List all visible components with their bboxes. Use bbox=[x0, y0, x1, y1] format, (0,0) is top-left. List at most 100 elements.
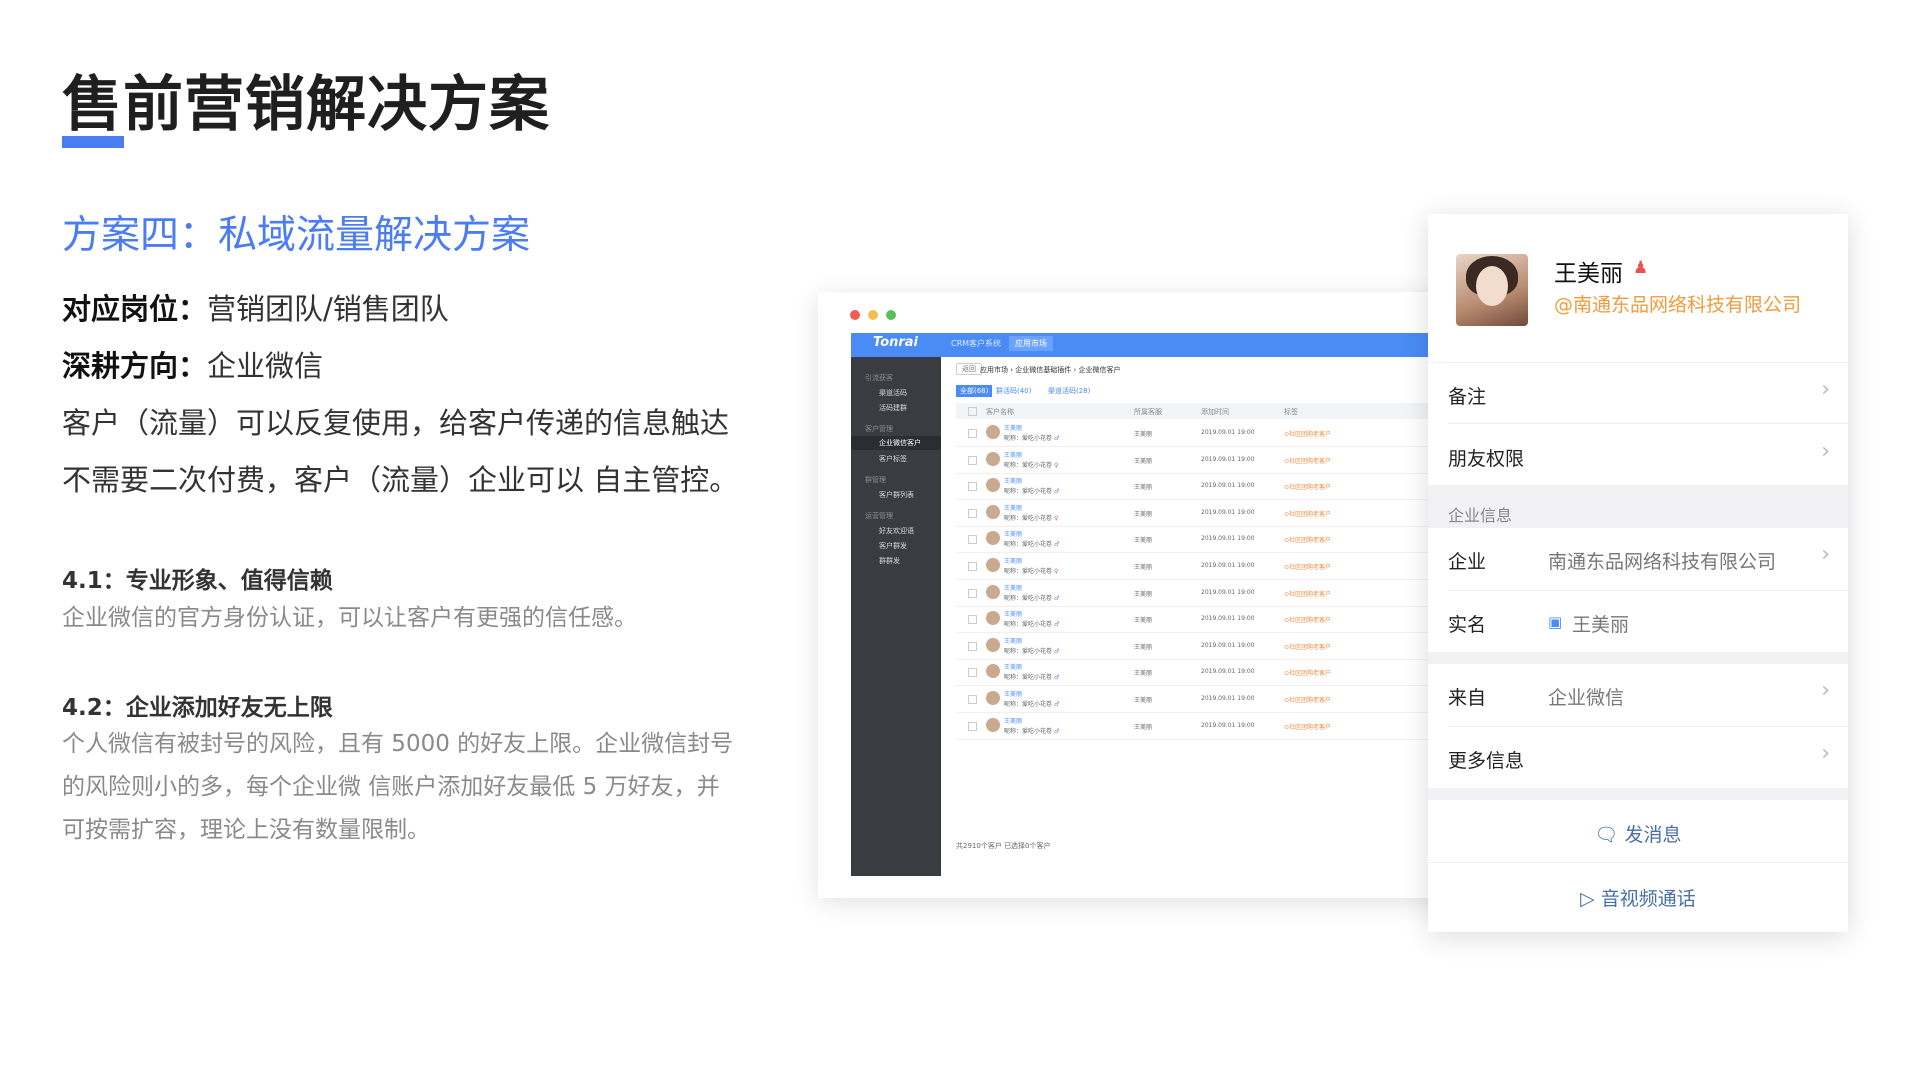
row-checkbox[interactable] bbox=[968, 535, 977, 545]
row-checkbox[interactable] bbox=[968, 588, 977, 598]
profile-company: @南通东品网络科技有限公司 bbox=[1554, 294, 1802, 316]
row-checkbox[interactable] bbox=[968, 562, 977, 571]
profile-name: 王美丽 bbox=[1554, 261, 1623, 287]
filter-group-code[interactable]: 群活码(40) bbox=[996, 386, 1031, 396]
tag-cell: ⊙社区团购老客户 bbox=[1284, 564, 1332, 571]
customer-nickname: 昵称：爱吃小花卷 ♀ bbox=[1004, 461, 1059, 469]
avatar bbox=[986, 531, 1000, 546]
time-cell: 2019.09.01 19:00 bbox=[1201, 588, 1255, 596]
back-button[interactable]: 返回 bbox=[956, 363, 982, 375]
avatar bbox=[986, 637, 1000, 652]
select-all-checkbox[interactable] bbox=[968, 407, 977, 416]
crm-logo: Tonrai bbox=[873, 335, 919, 350]
video-call-button[interactable]: ▷ 音视频通话 bbox=[1428, 884, 1848, 911]
customer-name[interactable]: 王美丽 bbox=[1004, 423, 1022, 432]
corp-value[interactable]: 南通东品网络科技有限公司 bbox=[1548, 547, 1776, 574]
breadcrumb: 应用市场 › 企业微信基础插件 › 企业微信客户 bbox=[980, 366, 1121, 374]
avatar bbox=[986, 717, 1000, 732]
staff-cell: 王美丽 bbox=[1134, 537, 1153, 545]
section-text-2: 个人微信有被封号的风险，且有 5000 的好友上限。企业微信封号 的风险则小的多… bbox=[62, 731, 734, 843]
male-icon: ♂ bbox=[1053, 647, 1060, 655]
more-info-row[interactable]: 更多信息 bbox=[1448, 746, 1524, 773]
friend-permission-row[interactable]: 朋友权限 bbox=[1448, 444, 1524, 471]
customer-name[interactable]: 王美丽 bbox=[1004, 476, 1022, 485]
male-icon: ♂ bbox=[1053, 594, 1060, 602]
male-icon: ♂ bbox=[1053, 621, 1060, 629]
customer-name[interactable]: 王美丽 bbox=[1004, 609, 1022, 618]
remark-row[interactable]: 备注 bbox=[1448, 382, 1486, 409]
tag-cell: ⊙社区团购老客户 bbox=[1284, 537, 1332, 545]
row-checkbox[interactable] bbox=[968, 508, 977, 518]
staff-cell: 王美丽 bbox=[1134, 697, 1153, 704]
chevron-right-icon: › bbox=[1821, 741, 1830, 766]
avatar bbox=[986, 664, 1000, 679]
direction-label: 深耕方向： bbox=[62, 349, 208, 383]
from-value[interactable]: 企业微信 bbox=[1548, 683, 1624, 710]
row-checkbox[interactable] bbox=[968, 482, 977, 492]
male-icon: ♂ bbox=[1053, 488, 1060, 496]
row-checkbox[interactable] bbox=[968, 615, 977, 625]
filter-channel-code[interactable]: 渠道活码(28) bbox=[1048, 386, 1090, 396]
tag-cell: ⊙社区团购老客户 bbox=[1284, 697, 1332, 704]
sidebar-item[interactable]: 群群发 bbox=[879, 556, 900, 566]
window-minimize-dot[interactable] bbox=[868, 310, 878, 320]
tag-cell: ⊙社区团购老客户 bbox=[1284, 617, 1332, 625]
sidebar-item[interactable]: 好友欢迎语 bbox=[879, 526, 914, 536]
corp-info-title: 企业信息 bbox=[1448, 506, 1513, 525]
avatar bbox=[986, 558, 1000, 572]
video-camera-icon: ▷ bbox=[1580, 888, 1595, 910]
time-cell: 2019.09.01 19:00 bbox=[1201, 615, 1255, 623]
person-icon: ♟ bbox=[1633, 258, 1649, 278]
subtitle: 方案四：私域流量解决方案 bbox=[62, 213, 531, 258]
avatar bbox=[986, 584, 1000, 599]
tab-app-market[interactable]: 应用市场 bbox=[1009, 336, 1053, 351]
time-cell: 2019.09.01 19:00 bbox=[1201, 641, 1255, 649]
row-checkbox[interactable] bbox=[968, 641, 977, 651]
customer-name[interactable]: 王美丽 bbox=[1004, 450, 1022, 459]
sidebar-item[interactable]: 企业微信客户 bbox=[851, 436, 941, 450]
male-icon: ♂ bbox=[1053, 541, 1060, 549]
window-maximize-dot[interactable] bbox=[886, 310, 896, 320]
customer-name[interactable]: 王美丽 bbox=[1004, 503, 1022, 512]
window-close-dot[interactable] bbox=[850, 310, 860, 320]
sidebar-item[interactable]: 客户标签 bbox=[879, 454, 907, 464]
tab-crm[interactable]: CRM客户系统 bbox=[951, 338, 1001, 349]
customer-name[interactable]: 王美丽 bbox=[1004, 583, 1022, 592]
customer-name[interactable]: 王美丽 bbox=[1004, 716, 1022, 725]
sidebar-item[interactable]: 活码建群 bbox=[879, 403, 907, 413]
tag-cell: ⊙社区团购老客户 bbox=[1284, 431, 1332, 438]
profile-avatar bbox=[1456, 254, 1528, 326]
customer-name[interactable]: 王美丽 bbox=[1004, 556, 1022, 565]
post-label: 对应岗位： bbox=[62, 292, 208, 326]
sidebar-item[interactable]: 客户群发 bbox=[879, 541, 907, 551]
direction-value: 企业微信 bbox=[207, 349, 324, 383]
tag-cell: ⊙社区团购老客户 bbox=[1284, 590, 1332, 598]
tag-cell: ⊙社区团购老客户 bbox=[1284, 510, 1332, 518]
profile-header: 王美丽 ♟ @南通东品网络科技有限公司 bbox=[1428, 214, 1848, 362]
row-checkbox[interactable] bbox=[968, 695, 977, 704]
customer-name[interactable]: 王美丽 bbox=[1004, 636, 1022, 645]
row-checkbox[interactable] bbox=[968, 455, 977, 465]
col-tag: 标签 bbox=[1284, 408, 1298, 416]
post-value: 营销团队/销售团队 bbox=[207, 292, 449, 326]
sidebar-item[interactable]: 客户群列表 bbox=[879, 490, 914, 500]
time-cell: 2019.09.01 19:00 bbox=[1201, 721, 1255, 729]
customer-nickname: 昵称：爱吃小花卷 ♂ bbox=[1004, 435, 1060, 442]
time-cell: 2019.09.01 19:00 bbox=[1201, 535, 1255, 543]
staff-cell: 王美丽 bbox=[1134, 643, 1153, 651]
row-checkbox[interactable] bbox=[968, 721, 977, 731]
customer-name[interactable]: 王美丽 bbox=[1004, 689, 1022, 698]
male-icon: ♂ bbox=[1053, 435, 1060, 442]
send-message-button[interactable]: 🗨 发消息 bbox=[1428, 820, 1848, 847]
sidebar-item[interactable]: 渠道活码 bbox=[879, 388, 907, 398]
male-icon: ♂ bbox=[1053, 727, 1060, 735]
customer-name[interactable]: 王美丽 bbox=[1004, 529, 1022, 538]
filter-all[interactable]: 全部(68) bbox=[956, 385, 993, 397]
female-icon: ♀ bbox=[1053, 568, 1059, 575]
customer-name[interactable]: 王美丽 bbox=[1004, 662, 1022, 671]
row-checkbox[interactable] bbox=[968, 429, 977, 438]
row-checkbox[interactable] bbox=[968, 668, 977, 678]
table-total: 共2910个客户 已选择0个客户 bbox=[956, 842, 1051, 850]
crm-sidebar: 引流获客 渠道活码 活码建群 客户管理 企业微信客户 客户标签 群管理 客户群列表 运营管理 好友… bbox=[851, 357, 941, 876]
customer-nickname: 昵称：爱吃小花卷 ♂ bbox=[1004, 541, 1060, 549]
